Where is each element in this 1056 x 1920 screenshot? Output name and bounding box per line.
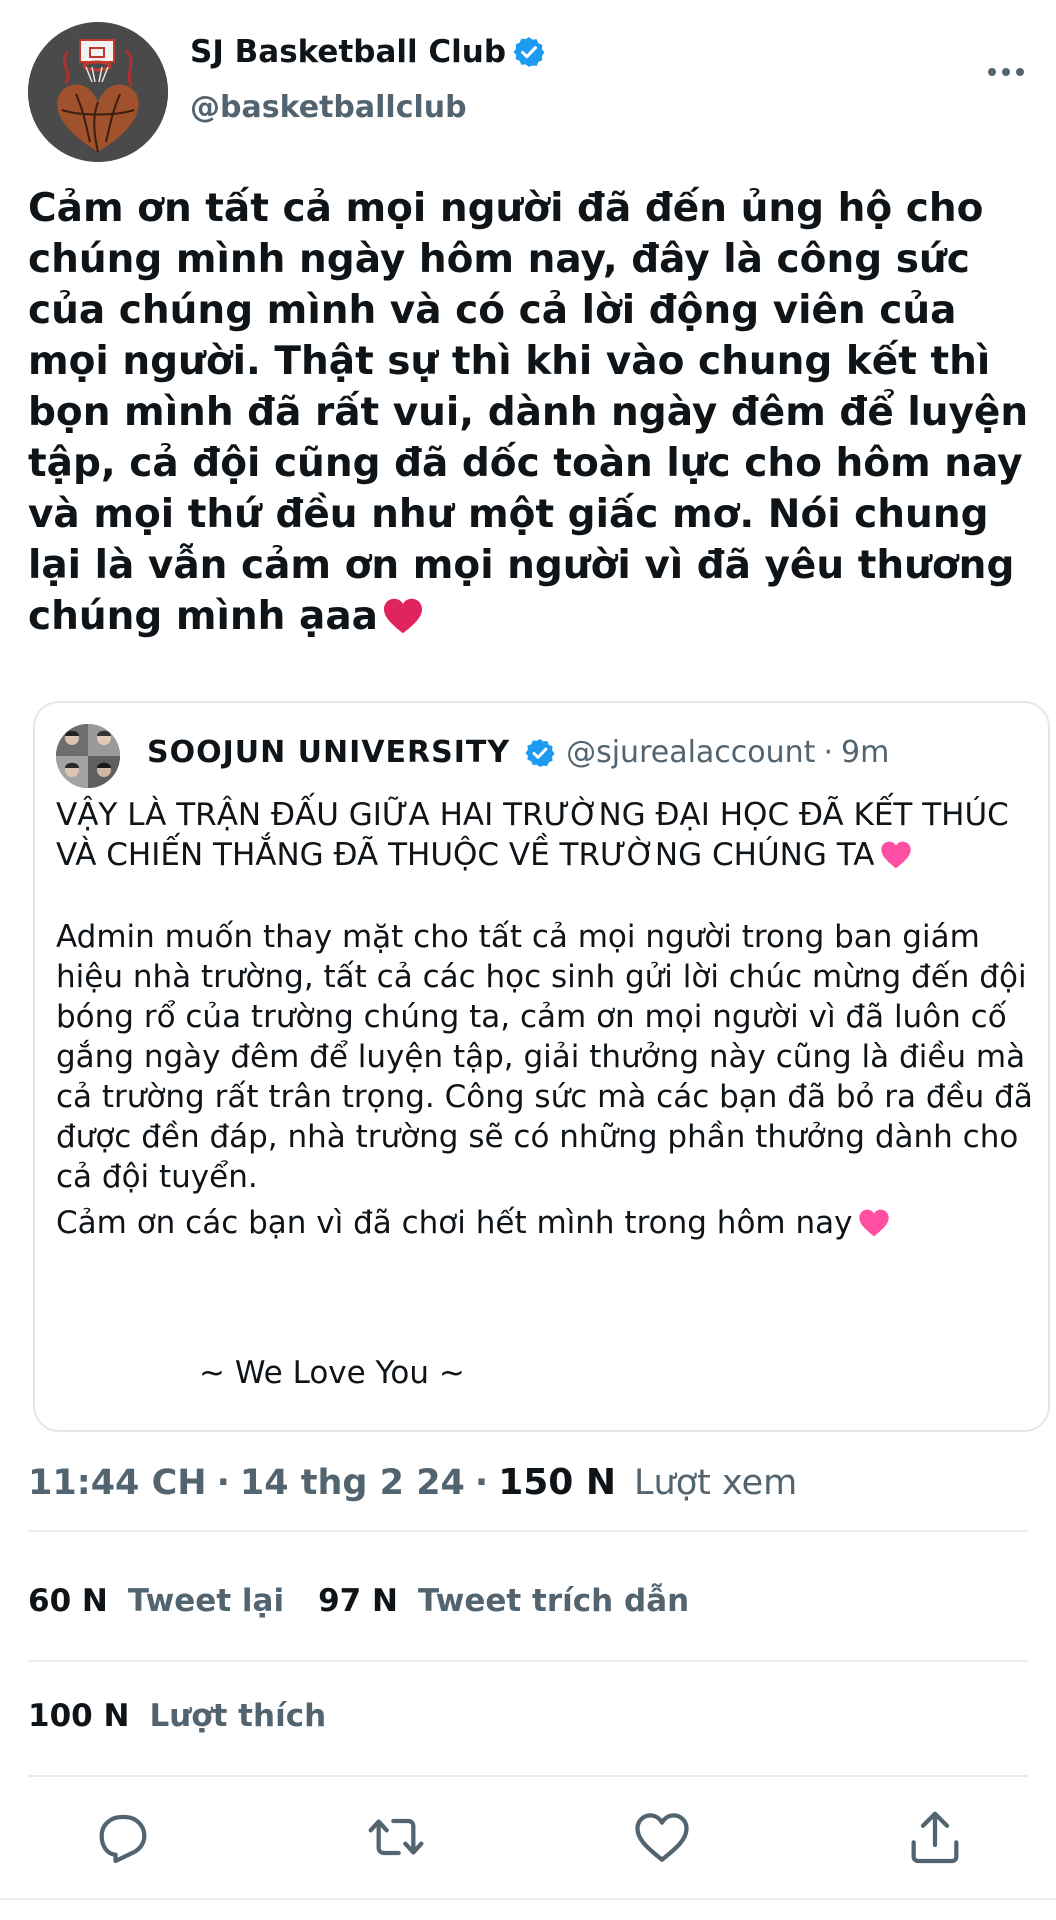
tweet-time[interactable]: 11:44 CH [28,1463,207,1503]
retweets-count[interactable]: 60 N [28,1583,108,1619]
meta-separator: · [474,1463,489,1503]
pink-heart-icon [881,841,912,869]
reply-icon [99,1814,147,1864]
red-heart-icon [383,598,422,634]
quoted-paragraph-1: VẬY LÀ TRẬN ĐẤU GIỮA HAI TRƯỜNG ĐẠI HỌC … [56,795,1036,875]
verified-badge-icon [513,37,545,67]
retweet-icon [368,1818,424,1856]
share-icon [911,1811,959,1864]
author-handle[interactable]: @basketballclub [190,90,467,125]
tweet-meta: 11:44 CH · 14 thg 2 24 · 150 N Lượt xem [28,1462,797,1503]
tweet-date[interactable]: 14 thg 2 24 [240,1463,465,1503]
quotes-count[interactable]: 97 N [318,1583,398,1619]
quoted-paragraph-1-text: VẬY LÀ TRẬN ĐẤU GIỮA HAI TRƯỜNG ĐẠI HỌC … [56,797,1019,873]
author-name-text[interactable]: SJ Basketball Club [190,34,506,70]
quoted-tweet-card[interactable]: SOOJUN UNIVERSITY @sjurealaccount · 9m V… [33,701,1050,1432]
divider [28,1775,1028,1777]
quoted-paragraph-3: Cảm ơn các bạn vì đã chơi hết mình trong… [56,1203,1036,1243]
basketball-avatar-image [28,22,168,162]
quoted-author-name[interactable]: SOOJUN UNIVERSITY [147,735,510,770]
quotes-label[interactable]: Tweet trích dẫn [418,1583,689,1619]
more-options-icon[interactable] [984,52,1028,92]
pink-heart-icon [859,1209,890,1237]
like-button[interactable] [630,1805,694,1869]
retweet-button[interactable] [364,1805,428,1869]
likes-count[interactable]: 100 N [28,1698,129,1734]
likes-stats-row: 100 N Lượt thích [28,1698,326,1734]
quoted-signoff: ~ We Love You ~ [199,1355,465,1391]
tweet-text-content: Cảm ơn tất cả mọi người đã đến ủng hộ ch… [28,186,1042,639]
bottom-divider [0,1898,1056,1900]
retweets-label[interactable]: Tweet lại [128,1583,284,1619]
engagement-stats-row: 60 N Tweet lại 97 N Tweet trích dẫn [28,1583,689,1619]
views-label: Lượt xem [634,1463,798,1503]
quoted-tweet-header: SOOJUN UNIVERSITY @sjurealaccount · 9m [147,735,889,770]
quoted-author-avatar[interactable] [56,724,120,788]
divider [28,1660,1028,1662]
quoted-verified-badge-icon [525,738,555,767]
meta-separator: · [216,1463,230,1503]
quoted-tweet-body: VẬY LÀ TRẬN ĐẤU GIỮA HAI TRƯỜNG ĐẠI HỌC … [56,795,1036,1243]
reply-button[interactable] [91,1805,155,1869]
quoted-author-handle[interactable]: @sjurealaccount [566,735,815,770]
divider [28,1530,1028,1532]
author-display-name[interactable]: SJ Basketball Club [190,34,546,70]
quoted-separator: · [823,735,833,770]
author-avatar[interactable] [28,22,168,162]
quoted-paragraph-3-text: Cảm ơn các bạn vì đã chơi hết mình trong… [56,1205,853,1241]
share-button[interactable] [903,1805,967,1869]
quoted-paragraph-2: Admin muốn thay mặt cho tất cả mọi người… [56,919,1043,1195]
like-icon [635,1813,689,1862]
likes-label[interactable]: Lượt thích [149,1698,326,1734]
tweet-action-bar [0,1805,1056,1875]
tweet-text: Cảm ơn tất cả mọi người đã đến ủng hộ ch… [28,183,1048,642]
group-photo-avatar-image [56,724,120,788]
tweet-header: SJ Basketball Club @basketballclub [28,22,1028,162]
quoted-timestamp[interactable]: 9m [841,735,889,770]
views-count: 150 N [498,1462,617,1503]
